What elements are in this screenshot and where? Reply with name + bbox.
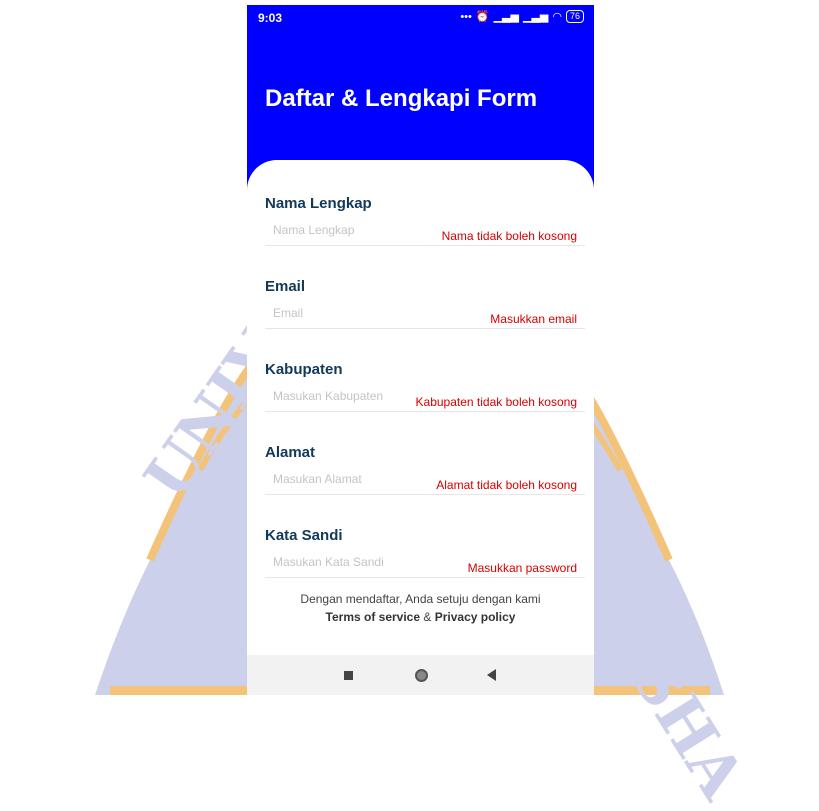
privacy-policy-link[interactable]: Privacy policy (435, 610, 516, 624)
status-time: 9:03 (258, 11, 283, 25)
wifi-icon: ◠ (552, 11, 562, 23)
form-card: Nama Lengkap Nama tidak boleh kosong Ema… (247, 160, 594, 695)
error-message: Kabupaten tidak boleh kosong (415, 395, 577, 409)
error-message: Masukkan email (490, 312, 577, 326)
battery-icon: 76 (565, 10, 584, 23)
field-label: Nama Lengkap (265, 195, 372, 212)
field-email: Email Masukkan email (265, 278, 585, 342)
phone-screen: 9:03 ••• ⏰ ▁▃▅ ▁▃▅ ◠ 76 Daftar & Lengkap… (247, 5, 594, 695)
signal-icon: ▁▃▅ (493, 11, 519, 23)
error-message: Alamat tidak boleh kosong (436, 478, 577, 492)
back-button[interactable] (476, 663, 506, 687)
field-kata-sandi: Kata Sandi Masukkan password (265, 527, 585, 591)
back-triangle-icon (486, 669, 496, 681)
field-alamat: Alamat Alamat tidak boleh kosong (265, 444, 585, 508)
signal-icon: ▁▃▅ (522, 11, 549, 23)
status-bar: 9:03 ••• ⏰ ▁▃▅ ▁▃▅ ◠ 76 (247, 5, 594, 29)
status-icons: ••• ⏰ ▁▃▅ ▁▃▅ ◠ 76 (460, 10, 584, 23)
circle-icon (414, 668, 428, 682)
dots-icon: ••• (460, 10, 472, 23)
field-label: Alamat (265, 444, 316, 461)
field-label: Kata Sandi (265, 527, 343, 544)
field-label: Kabupaten (265, 361, 343, 378)
terms-of-service-link[interactable]: Terms of service (326, 610, 421, 624)
error-message: Masukkan password (467, 561, 577, 575)
system-nav-bar (247, 655, 594, 695)
terms-notice: Dengan mendaftar, Anda setuju dengan kam… (247, 590, 594, 626)
field-label: Email (265, 278, 306, 295)
error-message: Nama tidak boleh kosong (441, 229, 577, 243)
alarm-icon: ⏰ (475, 11, 490, 23)
field-kabupaten: Kabupaten Kabupaten tidak boleh kosong (265, 361, 585, 425)
square-icon (343, 670, 353, 680)
recents-button[interactable] (333, 663, 363, 687)
home-button[interactable] (406, 663, 436, 687)
consent-text: Dengan mendaftar, Anda setuju dengan kam… (300, 592, 541, 606)
ampersand: & (423, 610, 432, 624)
page-title: Daftar & Lengkapi Form (265, 85, 538, 112)
field-nama-lengkap: Nama Lengkap Nama tidak boleh kosong (265, 195, 585, 259)
